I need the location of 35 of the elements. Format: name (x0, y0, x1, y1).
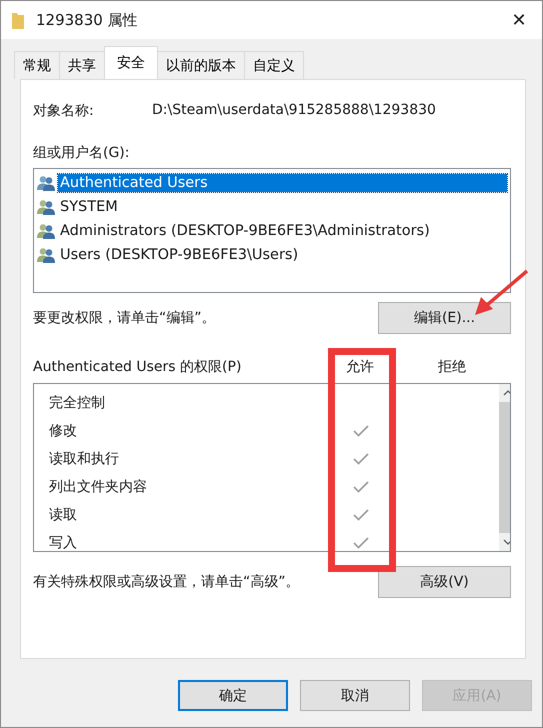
user-list-item[interactable]: Administrators (DESKTOP-9BE6FE3\Administrators) (58, 222, 432, 240)
dialog-button[interactable]: 取消 (300, 680, 410, 711)
permissions-label: Authenticated Users 的权限(P) (33, 358, 242, 376)
user-list-item[interactable]: Authenticated Users (58, 174, 507, 192)
folder-icon (12, 11, 24, 29)
pointer-arrow (473, 269, 529, 317)
column-header: 拒绝 (437, 358, 467, 376)
users-icon (37, 199, 55, 215)
scroll-up-icon[interactable] (502, 390, 510, 396)
advanced-button[interactable]: 高级(V) (378, 566, 511, 598)
permission-name: 读取 (48, 506, 78, 524)
advanced-hint: 有关特殊权限或高级设置，请单击“高级”。 (33, 573, 300, 591)
window-title: 1293830 属性 (36, 10, 139, 30)
user-list-item[interactable]: Users (DESKTOP-9BE6FE3\Users) (58, 246, 300, 264)
scroll-down-icon[interactable] (502, 539, 510, 545)
column-header: 允许 (345, 358, 375, 376)
permission-name: 读取和执行 (48, 450, 120, 468)
users-icon (37, 175, 55, 191)
permission-name: 修改 (48, 422, 78, 440)
permission-name: 列出文件夹内容 (48, 478, 148, 496)
tab[interactable]: 常规 (14, 51, 60, 79)
edit-hint: 要更改权限，请单击“编辑”。 (33, 309, 216, 327)
users-icon (37, 247, 55, 263)
tab[interactable]: 安全 (104, 46, 158, 79)
dialog-button[interactable]: 确定 (178, 680, 288, 711)
permission-name: 写入 (48, 534, 78, 551)
user-list-item[interactable]: SYSTEM (58, 198, 120, 216)
users-icon (37, 223, 55, 239)
tab[interactable]: 自定义 (244, 51, 304, 79)
close-button[interactable]: ✕ (496, 1, 542, 39)
object-name-label: 对象名称: (33, 102, 95, 120)
groups-label: 组或用户名(G): (33, 144, 130, 162)
object-name-value: D:\Steam\userdata\915285888\1293830 (152, 102, 436, 120)
edit-button[interactable]: 编辑(E)... (378, 302, 511, 334)
permission-name: 完全控制 (48, 394, 106, 412)
